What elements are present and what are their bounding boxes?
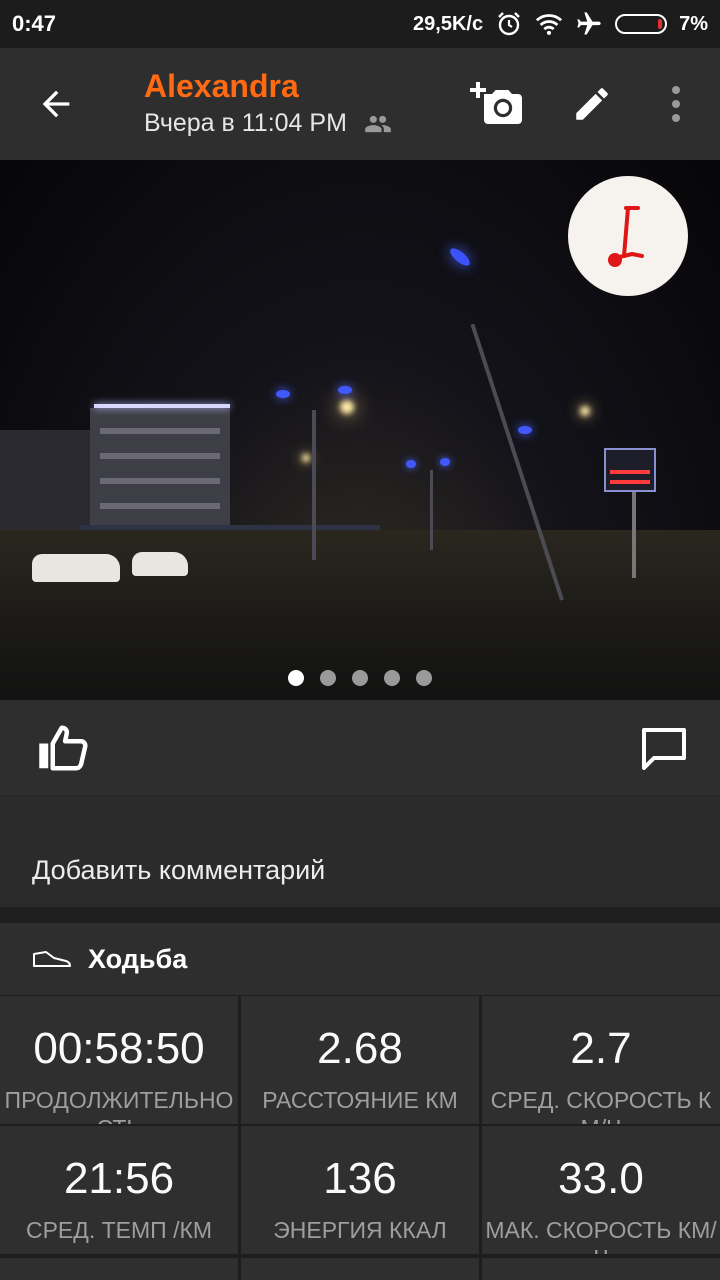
stat-label: МАК. СКОРОСТЬ КМ/Ч [485, 1217, 717, 1254]
activity-type-header: Ходьба [0, 923, 720, 995]
more-vertical-icon [672, 86, 680, 122]
shoe-icon [33, 951, 71, 967]
white-car [32, 554, 120, 582]
app-bar: Alexandra Вчера в 11:04 PM [0, 48, 720, 160]
comment-bubble-icon [642, 728, 686, 770]
add-comment-input[interactable]: Добавить комментарий [32, 855, 325, 886]
stat-value: 21:56 [63, 1154, 175, 1203]
stat-label: ПРОДОЛЖИТЕЛЬНОСТЬ [4, 1087, 234, 1124]
activity-photo-carousel[interactable] [0, 160, 720, 700]
section-divider [0, 907, 720, 923]
back-arrow-icon [42, 90, 70, 118]
carousel-indicator[interactable] [0, 670, 720, 686]
battery-icon [615, 14, 668, 34]
network-speed: 29,5K/c [413, 12, 484, 35]
group-icon [365, 115, 391, 132]
status-bar: 0:47 29,5K/c 7% [0, 0, 720, 48]
comment-section: Добавить комментарий [0, 797, 720, 907]
stat-value: 2.68 [317, 1024, 403, 1073]
stat-value: 136 [323, 1154, 397, 1203]
stat-value: 33.0 [558, 1154, 644, 1203]
stat-value: 2.7 [570, 1024, 632, 1073]
stat-label: ЭНЕРГИЯ ККАЛ [273, 1217, 447, 1243]
stat-avg-pace: 21:56 СРЕД. ТЕМП /КМ [0, 1126, 238, 1254]
status-icons: 29,5K/c 7% [413, 10, 708, 38]
street-lamp [447, 245, 473, 269]
stat-max-speed: 33.0 МАК. СКОРОСТЬ КМ/Ч [482, 1126, 720, 1254]
white-car [132, 552, 188, 576]
stat-energy: 136 ЭНЕРГИЯ ККАЛ [241, 1126, 479, 1254]
stat-label: РАССТОЯНИЕ КМ [262, 1087, 458, 1113]
carousel-dot[interactable] [384, 670, 400, 686]
roadside-sign [604, 448, 656, 492]
edit-button[interactable] [564, 76, 620, 132]
route-map-thumbnail[interactable] [568, 176, 688, 296]
action-row [0, 700, 720, 796]
activity-type: Ходьба [88, 943, 188, 974]
carousel-dot[interactable] [320, 670, 336, 686]
comment-button[interactable] [636, 720, 692, 776]
athlete-name[interactable]: Alexandra [144, 68, 395, 105]
route-line-icon [608, 206, 644, 267]
stats-grid: 00:58:50 ПРОДОЛЖИТЕЛЬНОСТЬ 2.68 РАССТОЯН… [0, 995, 720, 1280]
stat-value: 00:58:50 [33, 1024, 205, 1073]
like-button[interactable] [32, 720, 96, 776]
title-block: Alexandra Вчера в 11:04 PM [144, 68, 395, 138]
more-options-button[interactable] [648, 76, 704, 132]
stat-label: СРЕД. СКОРОСТЬ КМ/Ч [490, 1087, 712, 1124]
stat-label: СРЕД. ТЕМП /КМ [25, 1217, 213, 1243]
carousel-dot[interactable] [288, 670, 304, 686]
carousel-dot[interactable] [352, 670, 368, 686]
wifi-icon [535, 10, 563, 38]
status-time: 0:47 [12, 11, 57, 36]
alarm-icon [495, 10, 523, 38]
add-photo-button[interactable] [468, 76, 524, 132]
carousel-dot[interactable] [416, 670, 432, 686]
back-button[interactable] [24, 76, 88, 132]
activity-datetime: Вчера в 11:04 PM [144, 109, 347, 137]
stat-avg-speed: 2.7 СРЕД. СКОРОСТЬ КМ/Ч [482, 996, 720, 1124]
stat-duration: 00:58:50 ПРОДОЛЖИТЕЛЬНОСТЬ [0, 996, 238, 1124]
airplane-icon [575, 10, 603, 38]
pencil-icon [576, 88, 608, 120]
stat-distance: 2.68 РАССТОЯНИЕ КМ [241, 996, 479, 1124]
thumbs-up-icon [39, 725, 88, 771]
battery-percent: 7% [679, 12, 708, 35]
add-photo-icon [470, 82, 522, 124]
